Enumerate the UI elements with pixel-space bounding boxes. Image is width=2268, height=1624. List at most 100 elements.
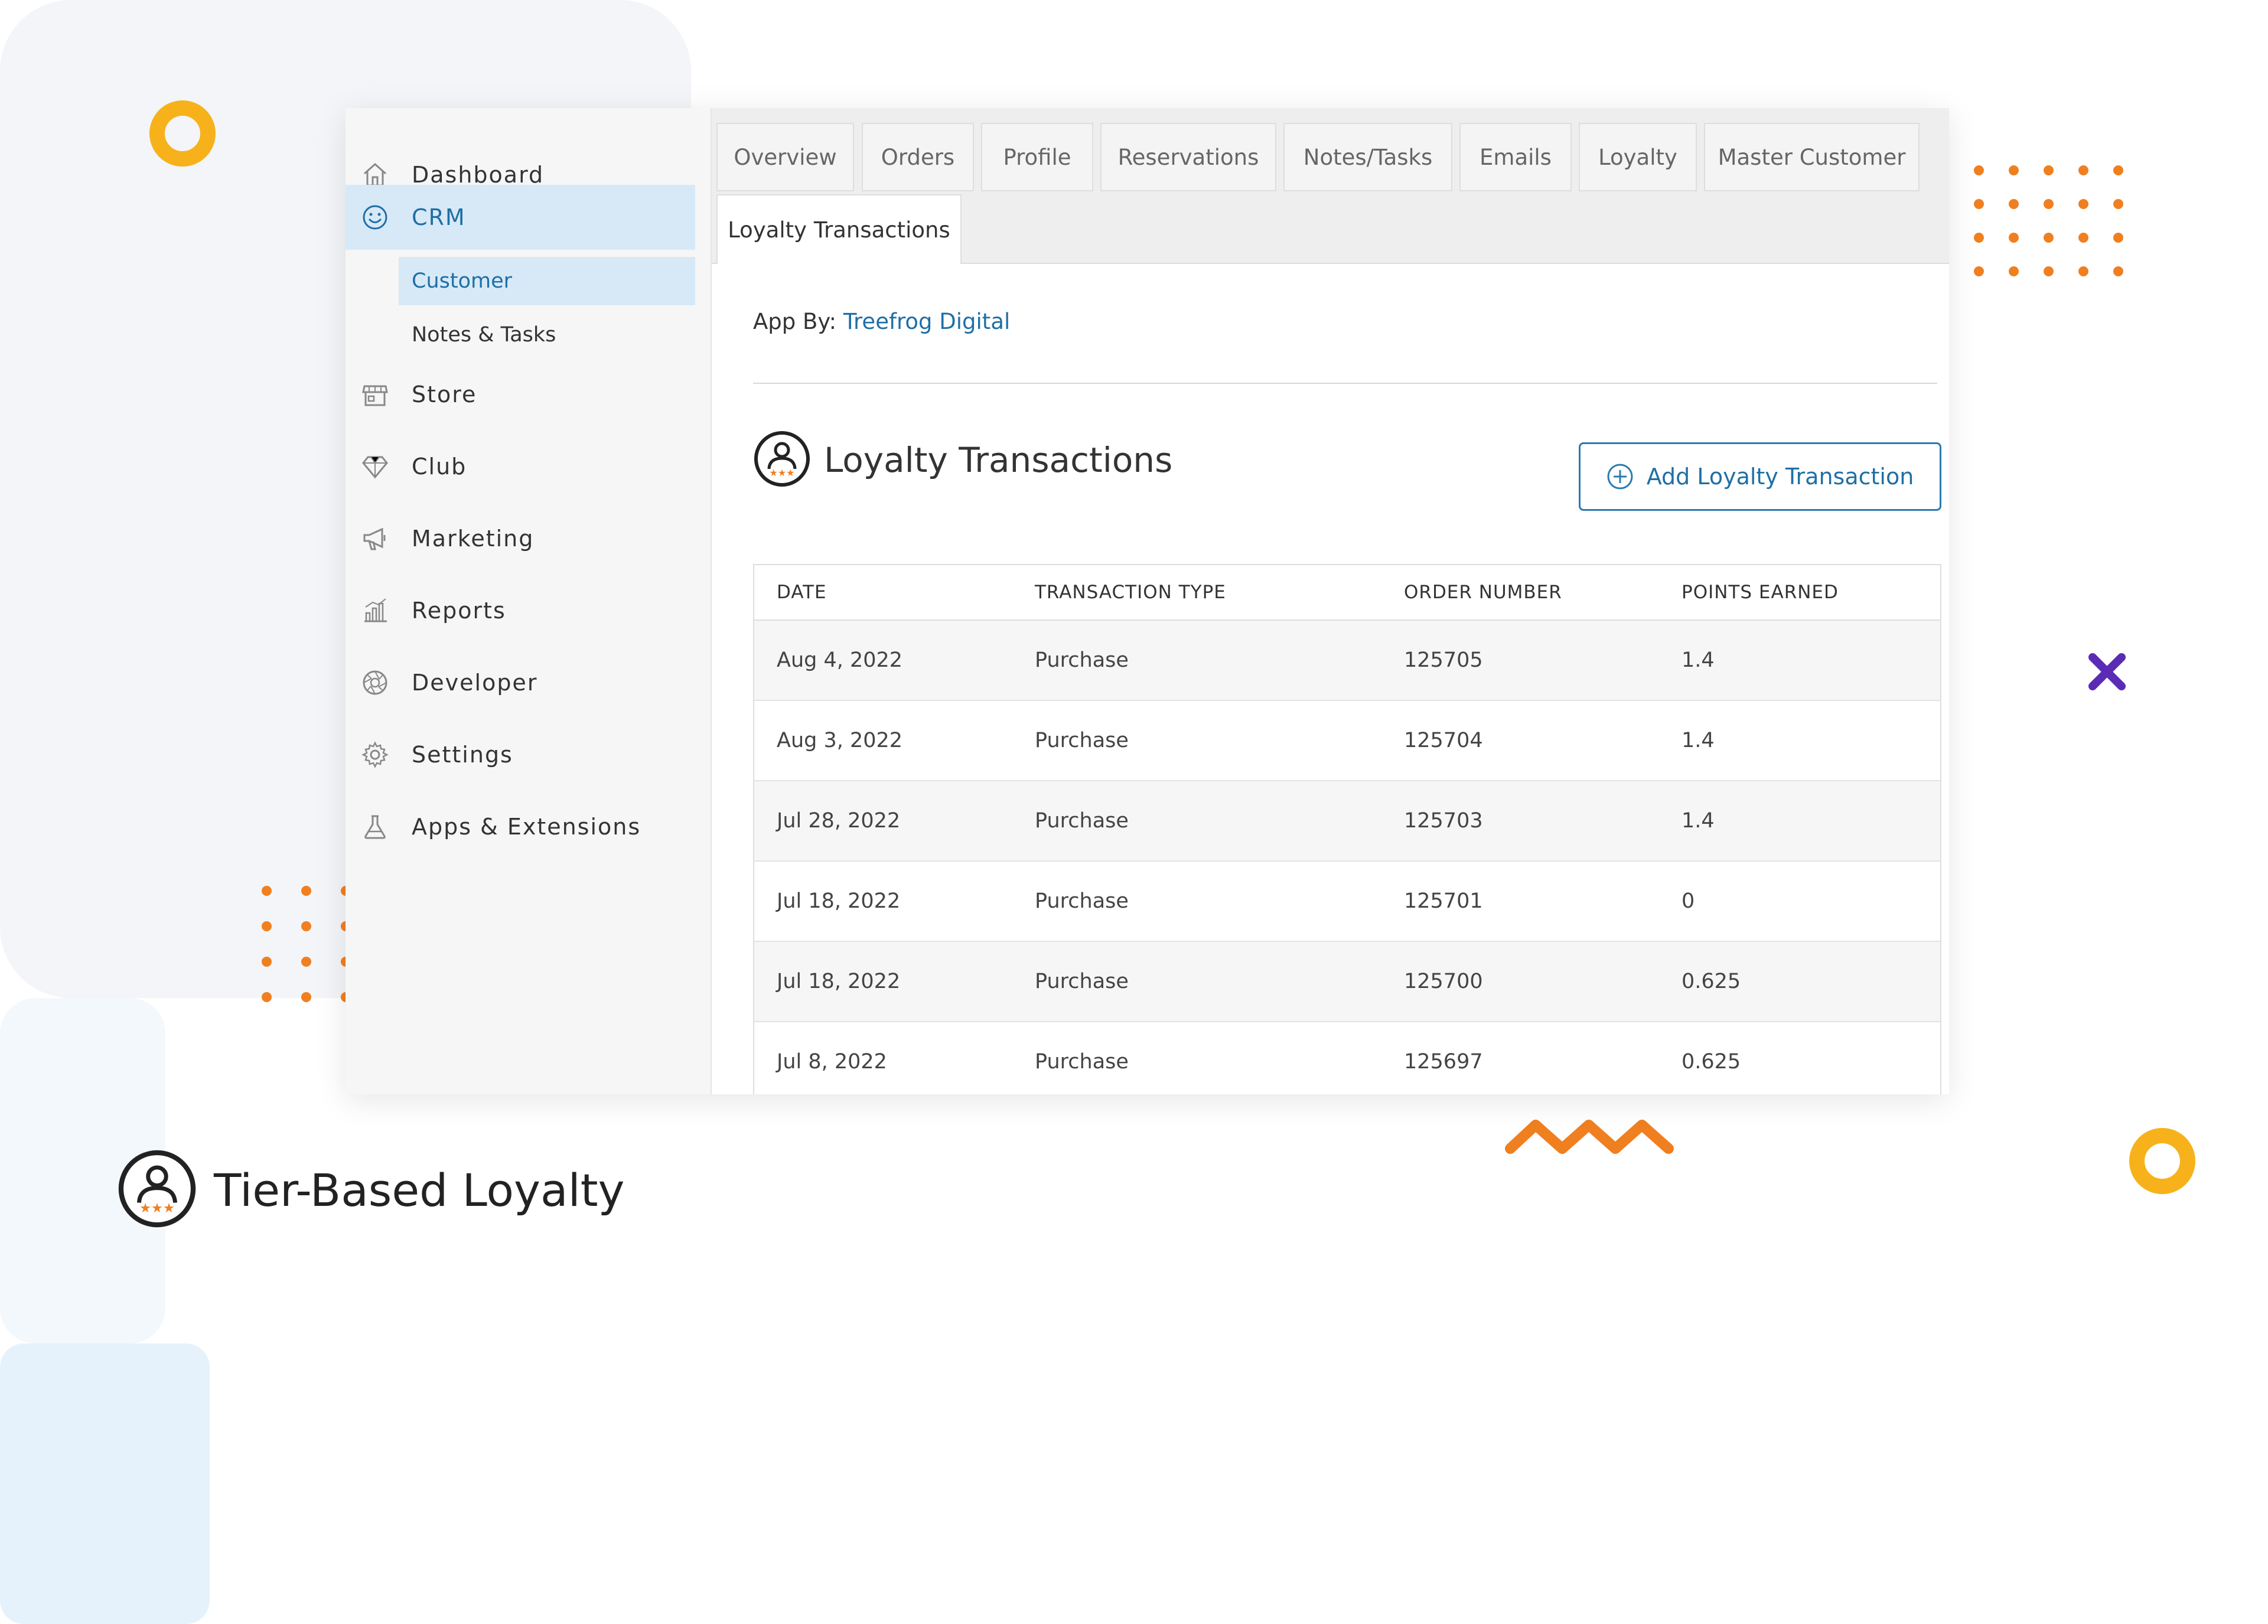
cell-order-number: 125701 — [1404, 889, 1483, 913]
decorative-dot — [2078, 199, 2088, 209]
tab-notes-tasks[interactable]: Notes/Tasks — [1283, 123, 1452, 191]
tab-emails[interactable]: Emails — [1459, 123, 1572, 191]
sidebar-subitem-notes-tasks[interactable]: Notes & Tasks — [399, 311, 695, 359]
decorative-dot — [262, 886, 272, 896]
tab-master-customer[interactable]: Master Customer — [1704, 123, 1920, 191]
tab-bar: Overview Orders Profile Reservations Not… — [712, 108, 1949, 264]
decorative-dot — [2113, 165, 2123, 175]
decorative-panel — [0, 1343, 210, 1624]
decorative-dot — [2009, 199, 2019, 209]
flask-icon — [359, 811, 391, 843]
loyalty-badge-icon: ★★★ — [753, 430, 811, 490]
brand-logo: ★★★ Tier-Based Loyalty — [117, 1149, 624, 1231]
cell-date: Jul 18, 2022 — [777, 889, 901, 913]
tab-reservations[interactable]: Reservations — [1100, 123, 1276, 191]
sidebar-item-club[interactable]: Club — [346, 434, 695, 499]
decorative-ring — [149, 100, 216, 167]
sidebar-item-settings[interactable]: Settings — [346, 722, 695, 787]
sidebar-subitem-customer[interactable]: Customer — [399, 257, 695, 305]
sidebar-item-reports[interactable]: Reports — [346, 578, 695, 643]
sidebar-item-developer[interactable]: Developer — [346, 650, 695, 715]
decorative-dot — [301, 992, 311, 1002]
cell-order-number: 125697 — [1404, 1050, 1483, 1074]
decorative-dot — [2113, 233, 2123, 243]
table-row[interactable]: Jul 18, 2022 Purchase 125701 0 — [754, 862, 1940, 942]
divider — [753, 383, 1937, 384]
svg-text:★★★: ★★★ — [139, 1201, 175, 1216]
tab-loyalty[interactable]: Loyalty — [1579, 123, 1697, 191]
aperture-icon — [359, 667, 391, 699]
decorative-dot — [2044, 199, 2054, 209]
decorative-dot — [2113, 266, 2123, 276]
cell-points-earned: 1.4 — [1682, 809, 1715, 833]
cell-order-number: 125705 — [1404, 648, 1483, 672]
tab-profile[interactable]: Profile — [981, 123, 1093, 191]
cell-points-earned: 0.625 — [1682, 1050, 1741, 1074]
app-by-line: App By: Treefrog Digital — [753, 309, 1010, 334]
plus-circle-icon — [1606, 463, 1634, 490]
decorative-dot — [301, 921, 311, 931]
cell-date: Aug 4, 2022 — [777, 648, 903, 672]
column-header-order-number[interactable]: ORDER NUMBER — [1404, 582, 1562, 603]
sidebar-item-label: Store — [412, 381, 477, 407]
section-title: Loyalty Transactions — [824, 440, 1173, 480]
sidebar-item-marketing[interactable]: Marketing — [346, 506, 695, 571]
decorative-dot — [2078, 233, 2088, 243]
cell-date: Jul 18, 2022 — [777, 970, 901, 993]
tab-orders[interactable]: Orders — [862, 123, 974, 191]
decorative-dot — [2009, 233, 2019, 243]
cell-order-number: 125700 — [1404, 970, 1483, 993]
add-button-label: Add Loyalty Transaction — [1646, 464, 1914, 490]
add-loyalty-transaction-button[interactable]: Add Loyalty Transaction — [1579, 442, 1941, 511]
tab-overview[interactable]: Overview — [716, 123, 854, 191]
sidebar-subitem-label: Customer — [412, 269, 513, 293]
cell-transaction-type: Purchase — [1035, 1050, 1129, 1074]
decorative-dot — [2009, 266, 2019, 276]
table-row[interactable]: Jul 18, 2022 Purchase 125700 0.625 — [754, 942, 1940, 1022]
decorative-dot — [2044, 165, 2054, 175]
table-row[interactable]: Aug 4, 2022 Purchase 125705 1.4 — [754, 621, 1940, 701]
cell-points-earned: 0.625 — [1682, 970, 1741, 993]
bar-chart-icon — [359, 595, 391, 627]
sidebar-item-label: Apps & Extensions — [412, 814, 641, 840]
sidebar-item-label: Settings — [412, 742, 513, 768]
cell-points-earned: 1.4 — [1682, 729, 1715, 752]
table-header: DATE TRANSACTION TYPE ORDER NUMBER POINT… — [754, 565, 1940, 621]
table-row[interactable]: Jul 8, 2022 Purchase 125697 0.625 — [754, 1022, 1940, 1094]
decorative-ring — [2129, 1128, 2195, 1194]
decorative-dot — [1974, 165, 1984, 175]
cell-order-number: 125704 — [1404, 729, 1483, 752]
sidebar: Dashboard CRM Customer Notes & Tasks Sto… — [346, 108, 712, 1094]
sidebar-item-apps-extensions[interactable]: Apps & Extensions — [346, 794, 695, 859]
cell-date: Jul 8, 2022 — [777, 1050, 887, 1074]
decorative-dot — [1974, 199, 1984, 209]
column-header-points-earned[interactable]: POINTS EARNED — [1682, 582, 1839, 603]
sidebar-item-store[interactable]: Store — [346, 362, 695, 427]
smiley-icon — [359, 201, 391, 234]
decorative-dot — [2078, 266, 2088, 276]
decorative-dot — [262, 992, 272, 1002]
decorative-dot — [301, 886, 311, 896]
vendor-link[interactable]: Treefrog Digital — [843, 309, 1010, 334]
table-row[interactable]: Aug 3, 2022 Purchase 125704 1.4 — [754, 701, 1940, 781]
decorative-dot — [2044, 266, 2054, 276]
cell-transaction-type: Purchase — [1035, 648, 1129, 672]
sidebar-item-label: Dashboard — [412, 162, 545, 188]
cell-date: Jul 28, 2022 — [777, 809, 901, 833]
cell-transaction-type: Purchase — [1035, 889, 1129, 913]
main-content: Overview Orders Profile Reservations Not… — [712, 108, 1949, 1094]
decorative-dot — [2044, 233, 2054, 243]
megaphone-icon — [359, 523, 391, 555]
cell-points-earned: 1.4 — [1682, 648, 1715, 672]
cell-points-earned: 0 — [1682, 889, 1695, 913]
cell-transaction-type: Purchase — [1035, 809, 1129, 833]
column-header-date[interactable]: DATE — [777, 582, 827, 603]
column-header-transaction-type[interactable]: TRANSACTION TYPE — [1035, 582, 1226, 603]
decorative-dot — [262, 957, 272, 967]
sidebar-item-crm[interactable]: CRM — [346, 185, 695, 250]
decorative-dot — [2113, 199, 2123, 209]
decorative-dot — [262, 921, 272, 931]
tab-loyalty-transactions[interactable]: Loyalty Transactions — [716, 194, 962, 264]
sidebar-item-label: Marketing — [412, 526, 535, 552]
table-row[interactable]: Jul 28, 2022 Purchase 125703 1.4 — [754, 781, 1940, 862]
